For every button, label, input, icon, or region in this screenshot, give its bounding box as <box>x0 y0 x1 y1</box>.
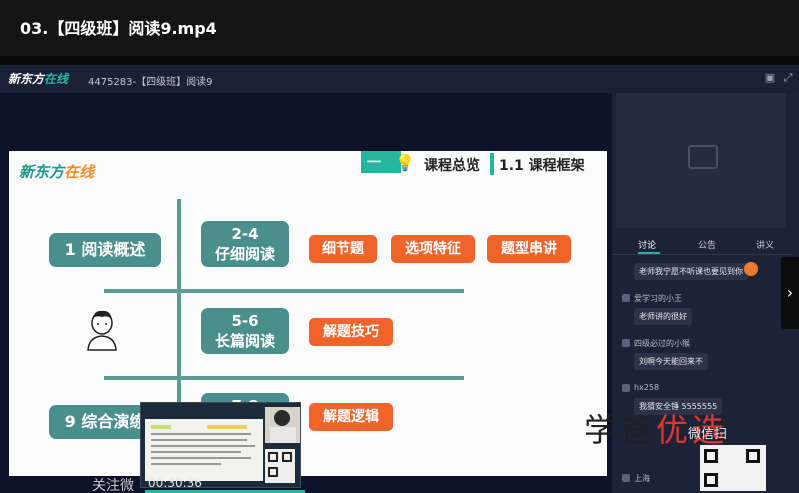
slide-logo-main: 新东方 <box>19 163 65 181</box>
app-logo-main: 新东方 <box>8 72 45 86</box>
emoji-icon <box>744 262 758 276</box>
topic-option-features: 选项特征 <box>391 235 475 263</box>
chat-username: 爱学习的小王 <box>634 294 682 303</box>
long-reading-range: 5-6 <box>231 312 259 330</box>
video-title-bar: 03.【四级班】阅读9.mp4 <box>0 0 799 56</box>
tree-horizontal-line <box>104 289 464 293</box>
tree-horizontal-line <box>104 376 464 380</box>
student-avatar-icon <box>87 310 117 351</box>
tab-handout[interactable]: 讲义 <box>756 238 774 251</box>
timecode: 00:30:36 <box>148 476 202 490</box>
chevron-right-icon[interactable]: › <box>781 257 799 329</box>
overview-box: 1 阅读概述 <box>49 233 161 267</box>
chat-username: 上海 <box>634 474 650 483</box>
watermark-dark: 学爸 <box>584 411 657 449</box>
sidebar-tabs: 讨论 公告 讲义 <box>612 233 792 255</box>
chat-message: 刘啊今天能回来不 <box>634 353 708 370</box>
topic-solving-skills: 解题技巧 <box>309 318 393 346</box>
divider <box>0 56 799 65</box>
section-divider <box>490 153 494 175</box>
app-logo-accent: 在线 <box>44 72 69 86</box>
app-header: 新东方在线 4475283-【四级班】阅读9 ▣ ⤢ <box>0 65 799 93</box>
camera-placeholder <box>616 93 786 228</box>
video-stage[interactable]: 新东方在线 一 💡 课程总览 1.1 课程框架 1 阅读概述 9 综合演练 2-… <box>0 93 612 493</box>
slide-logo-accent: 在线 <box>64 163 95 181</box>
slide: 新东方在线 一 💡 课程总览 1.1 课程框架 1 阅读概述 9 综合演练 2-… <box>9 151 607 476</box>
teacher-camera <box>265 407 300 443</box>
qr-code-icon <box>700 445 766 491</box>
long-reading-box: 5-6 长篇阅读 <box>201 308 289 354</box>
slide-logo: 新东方在线 <box>19 161 94 182</box>
topic-question-types: 题型串讲 <box>487 235 571 263</box>
topic-solving-logic: 解题逻辑 <box>309 403 393 431</box>
topic-detail: 细节题 <box>309 235 377 263</box>
user-avatar <box>622 339 630 347</box>
section-number: 一 <box>367 155 381 171</box>
careful-reading-range: 2-4 <box>231 225 259 243</box>
careful-reading-box: 2-4 仔细阅读 <box>201 221 289 267</box>
tab-announcement[interactable]: 公告 <box>698 238 716 251</box>
lightbulb-icon: 💡 <box>395 153 415 172</box>
chat-message: 老师讲的很好 <box>634 308 692 325</box>
fullscreen-icon[interactable]: ⤢ <box>782 72 794 84</box>
section-title: 课程总览 <box>424 158 480 174</box>
screen: 03.【四级班】阅读9.mp4 新东方在线 4475283-【四级班】阅读9 ▣… <box>0 0 799 493</box>
chat-username: 四级必过的小猴 <box>634 339 690 348</box>
chat-message: 老师我宁愿不听课也要见到你 <box>634 263 748 280</box>
video-title: 03.【四级班】阅读9.mp4 <box>20 19 217 38</box>
app-logo: 新东方在线 <box>8 70 68 87</box>
chat-username: hx258 <box>634 383 660 392</box>
user-avatar <box>622 294 630 302</box>
user-avatar <box>622 474 630 482</box>
shared-document <box>145 419 263 481</box>
careful-reading-label: 仔细阅读 <box>214 245 275 263</box>
active-tab-indicator <box>638 252 660 254</box>
user-avatar <box>622 384 630 392</box>
subsection-title: 1.1 课程框架 <box>499 158 585 174</box>
watermark-wechat: 微信扫 <box>688 427 728 442</box>
screen-share-icon[interactable]: ▣ <box>764 72 776 84</box>
camera-off-icon <box>688 145 718 169</box>
overlay-caption: 关注微 <box>92 478 134 493</box>
course-title: 4475283-【四级班】阅读9 <box>88 77 213 88</box>
tab-discussion[interactable]: 讨论 <box>638 238 656 251</box>
long-reading-label: 长篇阅读 <box>214 332 275 350</box>
qr-code-icon <box>265 449 295 483</box>
